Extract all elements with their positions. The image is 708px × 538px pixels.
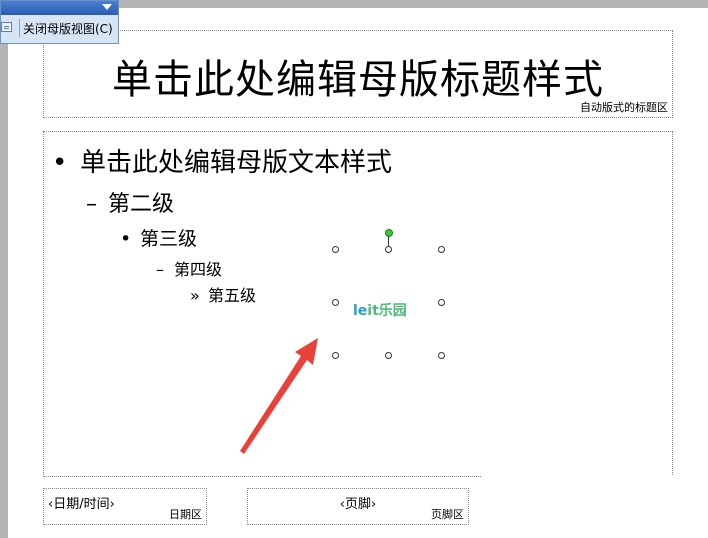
master-view-toolbar: 关闭母版视图(C) bbox=[0, 0, 119, 44]
resize-handle-bottom-right[interactable] bbox=[438, 352, 445, 359]
text-level-5[interactable]: » 第五级 bbox=[190, 282, 256, 306]
toolbar-options-dropdown-icon[interactable] bbox=[102, 4, 112, 10]
logo-part-1: le bbox=[353, 303, 368, 319]
text-level-2[interactable]: – 第二级 bbox=[86, 186, 174, 218]
resize-handle-top-left[interactable] bbox=[332, 246, 339, 253]
resize-handle-top-right[interactable] bbox=[438, 246, 445, 253]
text-level-4[interactable]: – 第四级 bbox=[156, 256, 222, 280]
resize-handle-top[interactable] bbox=[385, 246, 392, 253]
date-area-label: 日期区 bbox=[169, 508, 202, 521]
footer-placeholder[interactable]: ‹页脚› 页脚区 bbox=[247, 488, 469, 525]
title-text[interactable]: 单击此处编辑母版标题样式 bbox=[44, 47, 672, 105]
title-placeholder[interactable]: 单击此处编辑母版标题样式 自动版式的标题区 bbox=[43, 30, 673, 118]
bullet-level-1: • bbox=[52, 148, 68, 178]
workspace-edge-left bbox=[0, 0, 8, 538]
slide-master-canvas[interactable]: 单击此处编辑母版标题样式 自动版式的标题区 • 单击此处编辑母版文本样式 – 第二级… bbox=[8, 8, 708, 538]
text-level-3[interactable]: • 第三级 bbox=[120, 224, 197, 251]
resize-handle-left[interactable] bbox=[332, 299, 339, 306]
bullet-level-3: • bbox=[120, 228, 132, 250]
date-text: ‹日期/时间› bbox=[48, 497, 115, 512]
close-master-view-button[interactable]: 关闭母版视图(C) bbox=[23, 19, 113, 39]
bullet-level-2: – bbox=[86, 192, 97, 217]
red-arrow-annotation bbox=[240, 338, 318, 454]
text-level-3-label: 第三级 bbox=[140, 228, 198, 250]
slide-number-area-gap bbox=[482, 476, 708, 488]
leit-logo: leit乐园 bbox=[353, 300, 407, 320]
resize-handle-bottom[interactable] bbox=[385, 352, 392, 359]
toolbar-titlebar[interactable] bbox=[1, 1, 118, 15]
text-level-5-label: 第五级 bbox=[208, 286, 257, 305]
resize-handle-right[interactable] bbox=[438, 299, 445, 306]
rotate-handle[interactable] bbox=[385, 229, 393, 237]
title-area-label: 自动版式的标题区 bbox=[580, 101, 668, 114]
arrow-shape bbox=[240, 338, 318, 454]
footer-area-label: 页脚区 bbox=[431, 508, 464, 521]
selected-logo-image[interactable]: leit乐园 bbox=[332, 229, 445, 359]
toolbar-separator bbox=[19, 19, 20, 37]
slide-master-icon[interactable] bbox=[1, 22, 12, 32]
text-level-2-label: 第二级 bbox=[108, 192, 175, 217]
logo-part-2: it乐园 bbox=[367, 303, 407, 319]
text-level-1-label: 单击此处编辑母版文本样式 bbox=[80, 148, 393, 178]
text-level-1[interactable]: • 单击此处编辑母版文本样式 bbox=[52, 142, 392, 179]
text-level-4-label: 第四级 bbox=[174, 260, 223, 279]
bullet-level-4: – bbox=[156, 260, 164, 279]
bullet-level-5: » bbox=[190, 286, 200, 305]
date-placeholder[interactable]: ‹日期/时间› 日期区 bbox=[43, 488, 207, 525]
resize-handle-bottom-left[interactable] bbox=[332, 352, 339, 359]
